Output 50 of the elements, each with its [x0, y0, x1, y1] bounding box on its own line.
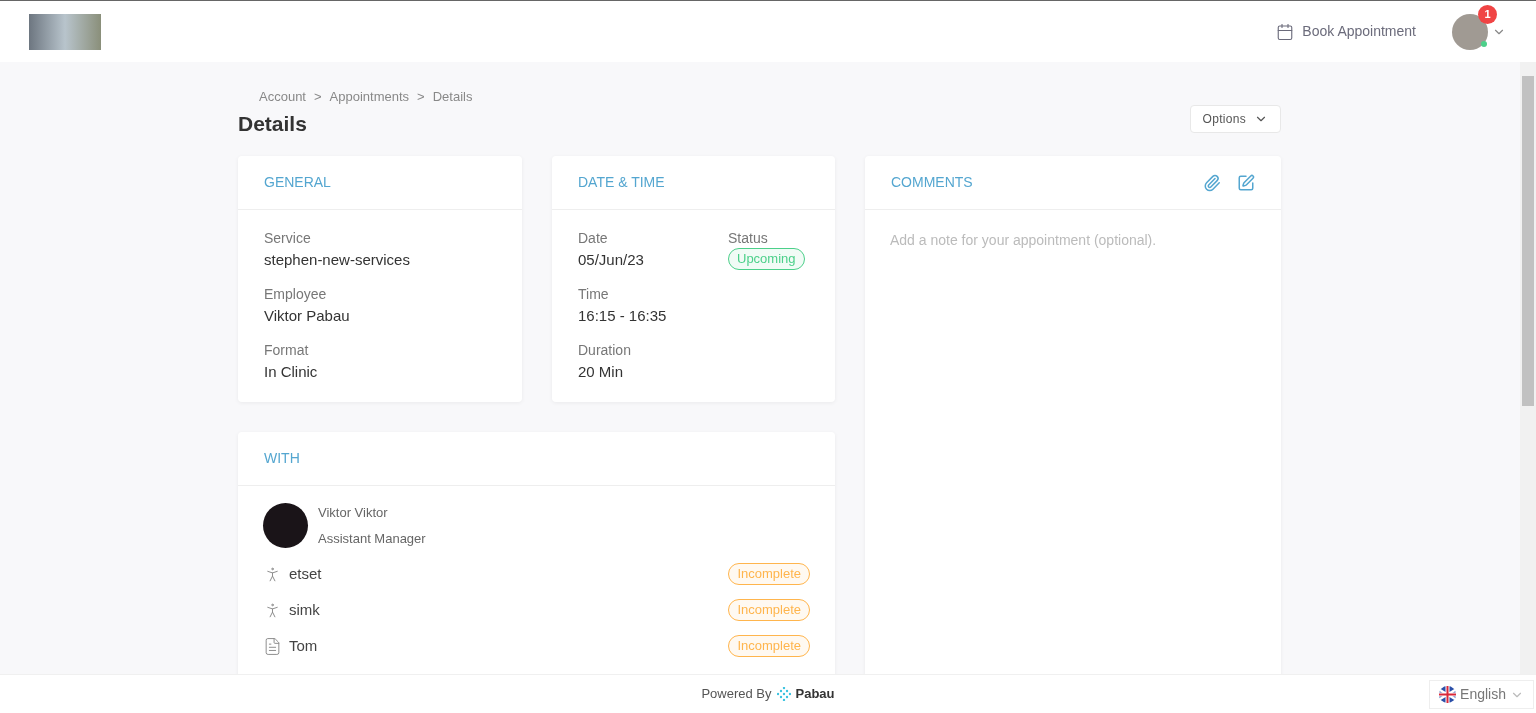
field-value: 20 Min: [578, 362, 625, 382]
field-label: Format: [264, 341, 310, 360]
breadcrumb-link[interactable]: Details: [432, 87, 473, 107]
form-name: Tom: [289, 635, 318, 656]
field-value: stephen-new-services: [264, 250, 411, 270]
status-badge: Incomplete: [728, 635, 810, 657]
field-label: Employee: [264, 285, 328, 304]
field-label: Status: [728, 229, 768, 248]
breadcrumb-link[interactable]: Appointments: [329, 87, 410, 107]
status-badge: Incomplete: [728, 599, 810, 621]
avatar-placeholder: [263, 503, 308, 548]
calendar-icon: [1276, 22, 1295, 41]
breadcrumb-link[interactable]: Account: [259, 87, 306, 107]
field-label: Duration: [578, 341, 632, 360]
brand-logo-icon: [776, 687, 791, 701]
logo-photo-placeholder: [29, 13, 101, 50]
edit-button[interactable]: [1237, 173, 1255, 192]
field-value: 16:15 - 16:35: [578, 306, 668, 326]
page-title: Details: [238, 110, 307, 137]
form-name: simk: [289, 599, 320, 620]
language-selector[interactable]: English: [1429, 680, 1534, 709]
edit-icon: [1237, 173, 1255, 192]
field-label: Time: [578, 285, 610, 304]
flag-icon: [1439, 686, 1457, 703]
status-badge: Incomplete: [728, 563, 810, 585]
card-title: WITH: [264, 449, 300, 468]
breadcrumb-separator: >: [417, 88, 425, 106]
form-name: etset: [289, 563, 322, 584]
notification-badge: 1: [1478, 4, 1497, 24]
comment-field[interactable]: Add a note for your appointment (optional).: [865, 210, 1281, 270]
card-title: DATE & TIME: [578, 173, 665, 192]
book-appointment-button[interactable]: Book Appointment: [1276, 21, 1416, 42]
document-icon: [263, 636, 282, 656]
status-badge: Upcoming: [728, 248, 805, 270]
card-title: GENERAL: [264, 173, 331, 192]
person-name: Viktor Viktor: [318, 504, 389, 522]
field-label: Date: [578, 229, 609, 248]
scrollbar[interactable]: [1520, 62, 1536, 674]
person-role: Assistant Manager: [318, 529, 426, 548]
card-title: COMMENTS: [891, 173, 973, 192]
field-value: In Clinic: [264, 362, 319, 382]
field-label: Service: [264, 229, 312, 248]
breadcrumb-separator: >: [314, 88, 322, 106]
field-value: 05/Jun/23: [578, 250, 645, 270]
brand-name: Pabau: [795, 685, 835, 704]
field-value: Viktor Pabau: [264, 306, 351, 326]
powered-by-text: Powered By: [701, 685, 772, 704]
options-button[interactable]: Options: [1189, 105, 1281, 134]
attach-button[interactable]: [1203, 173, 1221, 192]
paperclip-icon: [1203, 173, 1221, 192]
